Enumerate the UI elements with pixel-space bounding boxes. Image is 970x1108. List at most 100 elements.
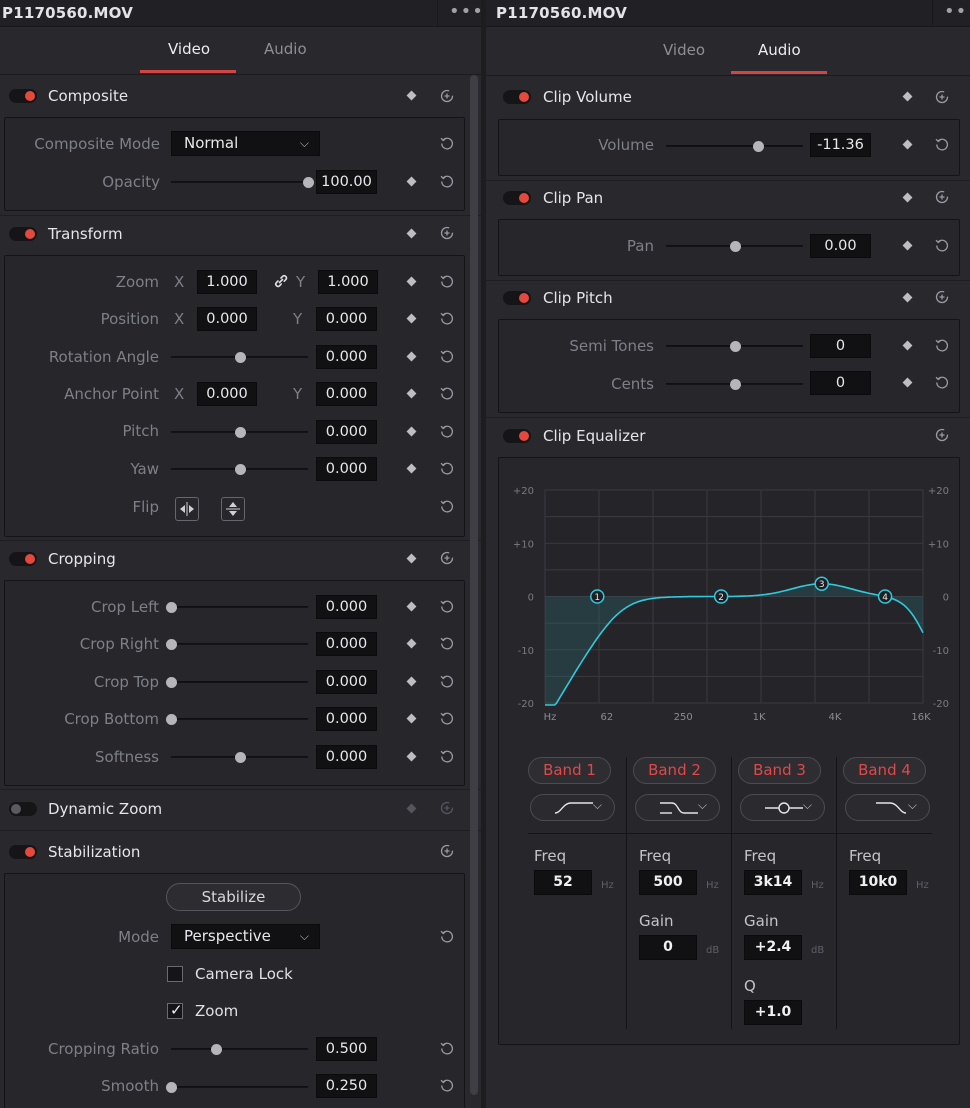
yaw-value[interactable]: 0.000 — [316, 457, 377, 481]
zoom-x-value[interactable]: 1.000 — [197, 270, 257, 294]
reset-icon[interactable] — [935, 137, 949, 151]
crop-row-value[interactable]: 0.000 — [316, 632, 377, 656]
reset-icon[interactable] — [440, 499, 454, 513]
tab-video[interactable]: Video — [663, 41, 705, 59]
crop-row-slider[interactable] — [166, 714, 308, 725]
reset-icon[interactable] — [440, 349, 454, 363]
band-3-filter-type-dropdown[interactable]: ⌵ — [740, 794, 825, 821]
slider-knob[interactable] — [166, 677, 177, 688]
band-1-freq-value[interactable]: 52 — [534, 870, 592, 895]
cents-value[interactable]: 0 — [810, 371, 871, 395]
reset-icon[interactable] — [440, 274, 454, 288]
crop-row-slider[interactable] — [166, 602, 308, 613]
reset-plus-icon[interactable] — [935, 90, 949, 104]
reset-icon[interactable] — [440, 599, 454, 613]
flip-horizontal-button[interactable] — [175, 497, 199, 521]
reset-plus-icon[interactable] — [440, 801, 454, 815]
cropping-toggle[interactable] — [9, 552, 37, 566]
pitch-slider[interactable] — [171, 427, 308, 438]
stabilize-button[interactable]: Stabilize — [166, 883, 301, 911]
keyframe-icon[interactable] — [406, 803, 417, 814]
reset-plus-icon[interactable] — [935, 428, 949, 442]
yaw-slider[interactable] — [171, 464, 308, 475]
link-icon[interactable] — [273, 273, 289, 289]
tab-audio[interactable]: Audio — [264, 40, 307, 58]
more-options-icon[interactable]: ••• — [449, 1, 481, 22]
pitch-value[interactable]: 0.000 — [316, 420, 377, 444]
keyframe-icon[interactable] — [406, 228, 417, 239]
cropping-ratio-value[interactable]: 0.500 — [316, 1037, 377, 1061]
band-4-filter-type-dropdown[interactable]: ⌵ — [845, 794, 930, 821]
anchor-x-value[interactable]: 0.000 — [197, 382, 257, 406]
crop-row-value[interactable]: 0.000 — [316, 707, 377, 731]
stabilization-toggle[interactable] — [9, 845, 37, 859]
stabilization-mode-dropdown[interactable]: Perspective ⌵ — [171, 924, 320, 949]
crop-row-value[interactable]: 0.000 — [316, 595, 377, 619]
flip-vertical-button[interactable] — [221, 497, 245, 521]
slider-knob[interactable] — [729, 379, 741, 390]
clip-pitch-toggle[interactable] — [503, 291, 531, 305]
position-y-value[interactable]: 0.000 — [316, 307, 377, 331]
clip-volume-toggle[interactable] — [503, 90, 531, 104]
reset-icon[interactable] — [935, 338, 949, 352]
slider-knob[interactable] — [166, 1082, 177, 1093]
reset-icon[interactable] — [440, 749, 454, 763]
more-options-icon[interactable]: ••• — [944, 1, 970, 22]
reset-icon[interactable] — [440, 711, 454, 725]
reset-icon[interactable] — [440, 929, 454, 943]
band-2-freq-value[interactable]: 500 — [639, 870, 697, 895]
opacity-value[interactable]: 100.00 — [316, 170, 377, 194]
semitones-slider[interactable] — [666, 341, 803, 352]
rotation-angle-slider[interactable] — [171, 352, 308, 363]
reset-plus-icon[interactable] — [440, 226, 454, 240]
slider-knob[interactable] — [234, 352, 246, 363]
camera-lock-checkbox[interactable] — [167, 966, 183, 982]
keyframe-icon[interactable] — [902, 192, 913, 203]
dynamic-zoom-toggle[interactable] — [9, 802, 37, 816]
position-x-value[interactable]: 0.000 — [197, 307, 257, 331]
reset-plus-icon[interactable] — [440, 89, 454, 103]
equalizer-graph[interactable]: +20 +20 +10 +10 0 0 -10 -10 -20 -20 Hz 62 250 1K 4K 16K… — [500, 474, 958, 730]
tab-video[interactable]: Video — [168, 40, 210, 58]
slider-knob[interactable] — [752, 141, 764, 152]
slider-knob[interactable] — [166, 639, 177, 650]
band-4-freq-value[interactable]: 10k0 — [849, 870, 907, 895]
clip-equalizer-toggle[interactable] — [503, 429, 531, 443]
reset-plus-icon[interactable] — [935, 290, 949, 304]
reset-icon[interactable] — [440, 424, 454, 438]
slider-knob[interactable] — [166, 602, 177, 613]
reset-icon[interactable] — [935, 375, 949, 389]
tab-audio[interactable]: Audio — [758, 41, 801, 59]
keyframe-icon[interactable] — [902, 91, 913, 102]
volume-value[interactable]: -11.36 — [810, 133, 871, 157]
keyframe-icon[interactable] — [406, 553, 417, 564]
pan-slider[interactable] — [666, 241, 803, 252]
cents-slider[interactable] — [666, 379, 803, 390]
reset-icon[interactable] — [440, 1078, 454, 1092]
slider-knob[interactable] — [234, 427, 246, 438]
composite-toggle[interactable] — [9, 89, 37, 103]
crop-row-value[interactable]: 0.000 — [316, 745, 377, 769]
vertical-scrollbar[interactable] — [470, 75, 478, 1095]
zoom-checkbox[interactable]: ✓ — [167, 1001, 183, 1019]
band-4-button[interactable]: Band 4 — [843, 757, 926, 784]
reset-icon[interactable] — [440, 386, 454, 400]
slider-knob[interactable] — [234, 464, 246, 475]
crop-row-slider[interactable] — [171, 752, 308, 763]
band-2-button[interactable]: Band 2 — [633, 757, 716, 784]
opacity-slider[interactable] — [171, 177, 314, 188]
clip-pan-toggle[interactable] — [503, 191, 531, 205]
rotation-angle-value[interactable]: 0.000 — [316, 345, 377, 369]
reset-icon[interactable] — [440, 674, 454, 688]
band-3-button[interactable]: Band 3 — [738, 757, 821, 784]
zoom-y-value[interactable]: 1.000 — [318, 270, 378, 294]
keyframe-icon[interactable] — [902, 292, 913, 303]
band-2-filter-type-dropdown[interactable]: ⌵ — [635, 794, 720, 821]
band-3-gain-value[interactable]: +2.4 — [744, 935, 802, 960]
reset-plus-icon[interactable] — [935, 190, 949, 204]
composite-mode-dropdown[interactable]: Normal ⌵ — [171, 131, 320, 156]
reset-icon[interactable] — [440, 461, 454, 475]
slider-knob[interactable] — [729, 341, 741, 352]
transform-toggle[interactable] — [9, 227, 37, 241]
reset-plus-icon[interactable] — [440, 844, 454, 858]
